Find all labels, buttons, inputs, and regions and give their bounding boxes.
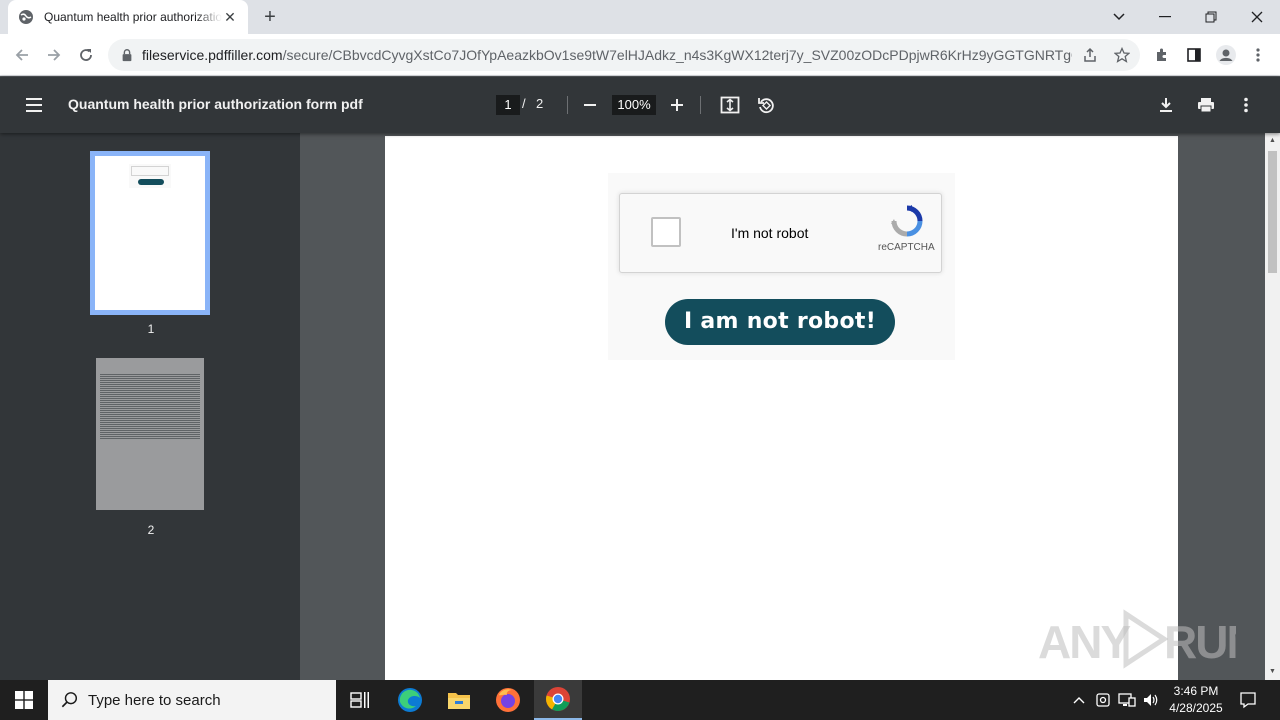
tab-title: Quantum health prior authorization form … [44, 10, 222, 24]
chrome-icon[interactable] [534, 680, 582, 720]
thumbnail-text-lines [100, 374, 200, 440]
bookmark-star-icon[interactable] [1112, 45, 1132, 65]
toolbar-divider [700, 96, 701, 114]
lock-icon [122, 49, 132, 62]
rotate-icon[interactable] [754, 93, 778, 117]
taskbar-search-box[interactable]: Type here to search [48, 680, 336, 720]
i-am-not-robot-button[interactable]: I am not robot! [665, 299, 895, 345]
thumbnail-label-2: 2 [147, 523, 155, 537]
volume-icon[interactable] [1140, 680, 1162, 720]
download-icon[interactable] [1154, 93, 1178, 117]
document-title: Quantum health prior authorization form … [68, 96, 363, 112]
notifications-icon[interactable] [1234, 680, 1262, 720]
tab-close-icon[interactable]: ✕ [222, 9, 238, 25]
address-bar[interactable]: fileservice.pdffiller.com/secure/CBbvcdC… [108, 39, 1140, 71]
show-hidden-icons-chevron-icon[interactable] [1068, 680, 1090, 720]
clock-time: 3:46 PM [1173, 684, 1219, 698]
search-icon [61, 692, 78, 708]
page-total: 2 [536, 96, 544, 111]
hamburger-menu-icon[interactable] [20, 93, 48, 117]
page-separator: / [522, 96, 526, 111]
thumbnail-sidebar: 1 2 [0, 133, 300, 680]
zoom-in-icon[interactable] [665, 93, 689, 117]
firefox-icon[interactable] [484, 680, 532, 720]
url-host: fileservice.pdffiller.com [142, 47, 283, 63]
anyrun-logo: ANY RUN [1038, 609, 1236, 669]
windows-taskbar: Type here to search 3:46 PM 4/28/2025 [0, 680, 1280, 720]
toolbar-divider [567, 96, 568, 114]
url-text: fileservice.pdffiller.com/secure/CBbvcdC… [142, 47, 1072, 63]
more-actions-icon[interactable] [1234, 93, 1258, 117]
network-icon[interactable] [1116, 680, 1138, 720]
thumbnail-captcha-box [131, 166, 169, 176]
profile-avatar-icon[interactable] [1212, 41, 1240, 69]
page-thumbnail-2[interactable] [96, 358, 204, 510]
pdf-toolbar: Quantum health prior authorization form … [0, 77, 1280, 133]
clock-date: 4/28/2025 [1169, 701, 1223, 715]
url-path: /secure/CBbvcdCyvgXstCo7JOfYpAeazkbOv1se… [282, 47, 1072, 63]
start-windows-icon[interactable] [0, 680, 48, 720]
browser-toolbar: fileservice.pdffiller.com/secure/CBbvcdC… [0, 34, 1280, 76]
restore-icon[interactable] [1188, 0, 1234, 34]
close-window-icon[interactable] [1234, 0, 1280, 34]
reload-icon[interactable] [72, 41, 100, 69]
vertical-scrollbar[interactable]: ▲ ▼ [1265, 133, 1280, 680]
recaptcha-logo-icon [891, 205, 923, 237]
scrollbar-thumb[interactable] [1268, 151, 1277, 273]
zoom-input[interactable]: 100% [612, 95, 656, 115]
zoom-out-icon[interactable] [578, 93, 602, 117]
pdf-page: I'm not robot reCAPTCHA I am not robot! [385, 136, 1178, 680]
edge-browser-icon[interactable] [386, 680, 434, 720]
svg-text:ANY: ANY [1038, 616, 1130, 668]
recaptcha-brand: reCAPTCHA [878, 242, 935, 253]
browser-menu-icon[interactable] [1244, 41, 1272, 69]
captcha-label: I'm not robot [731, 225, 809, 241]
file-explorer-icon[interactable] [435, 680, 483, 720]
page-number-input[interactable]: 1 [496, 95, 520, 115]
scroll-down-arrow-icon[interactable]: ▼ [1268, 668, 1277, 676]
anyrun-watermark: ANY RUN [1038, 608, 1238, 670]
share-icon[interactable] [1080, 45, 1100, 65]
fit-page-icon[interactable] [718, 93, 742, 117]
scroll-up-arrow-icon[interactable]: ▲ [1268, 137, 1277, 145]
tab-strip: Quantum health prior authorization form … [0, 0, 1280, 34]
tab-search-icon[interactable] [1096, 0, 1142, 34]
meet-now-icon[interactable] [1092, 680, 1114, 720]
search-placeholder: Type here to search [88, 691, 221, 709]
captcha-panel: I'm not robot reCAPTCHA I am not robot! [608, 173, 955, 360]
print-icon[interactable] [1194, 93, 1218, 117]
side-panel-icon[interactable] [1180, 41, 1208, 69]
pdf-viewport[interactable]: I'm not robot reCAPTCHA I am not robot! [300, 133, 1265, 680]
forward-arrow-icon[interactable] [40, 41, 68, 69]
page-thumbnail-1[interactable] [90, 151, 210, 315]
thumbnail-button-preview [138, 179, 164, 185]
thumbnail-label-1: 1 [147, 322, 155, 336]
new-tab-button[interactable]: + [258, 6, 282, 28]
recaptcha-widget: I'm not robot reCAPTCHA [619, 193, 942, 273]
svg-text:RUN: RUN [1164, 616, 1236, 668]
globe-icon [19, 10, 33, 24]
system-clock[interactable]: 3:46 PM 4/28/2025 [1162, 683, 1230, 717]
task-view-icon[interactable] [336, 680, 384, 720]
back-arrow-icon[interactable] [8, 41, 36, 69]
minimize-icon[interactable] [1142, 0, 1188, 34]
captcha-checkbox[interactable] [651, 217, 681, 247]
browser-tab[interactable]: Quantum health prior authorization form … [8, 0, 248, 34]
thumbnail-captcha-preview [129, 164, 171, 188]
extensions-puzzle-icon[interactable] [1148, 41, 1176, 69]
